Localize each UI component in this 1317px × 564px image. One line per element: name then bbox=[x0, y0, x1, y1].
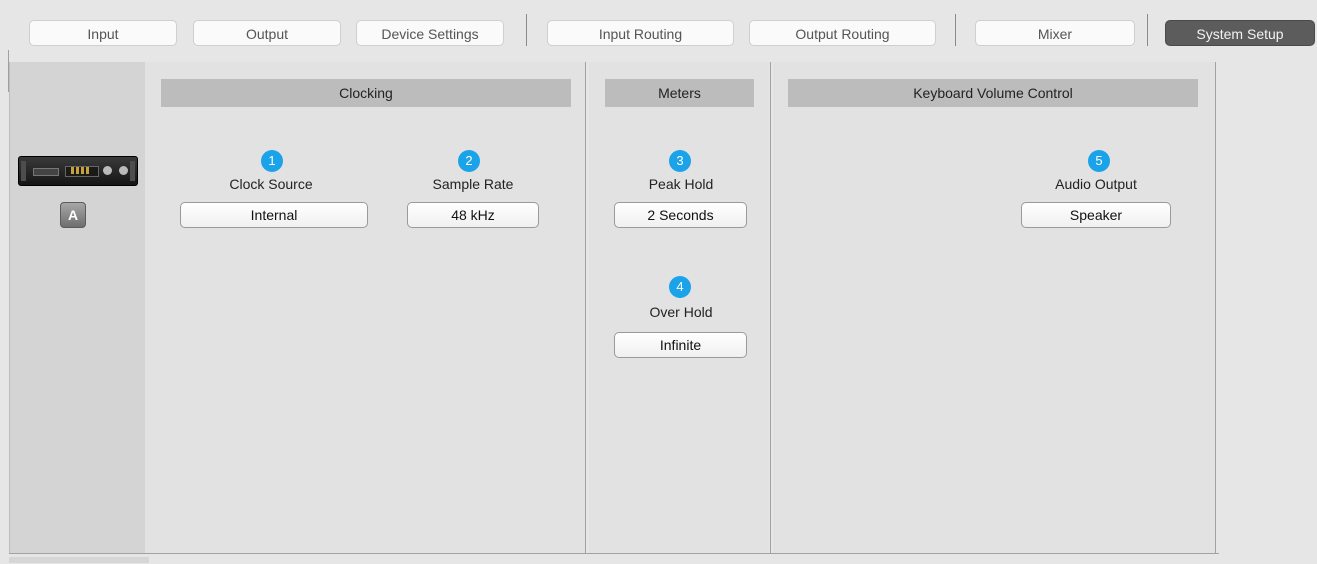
over-hold-select[interactable]: Infinite bbox=[614, 332, 747, 358]
tab-bar: Input Output Device Settings Input Routi… bbox=[0, 0, 1317, 62]
device-knob bbox=[103, 166, 112, 175]
rack-ear bbox=[21, 161, 26, 181]
callout-badge: 5 bbox=[1088, 150, 1110, 172]
scroll-strip bbox=[9, 557, 149, 563]
device-sidebar bbox=[9, 62, 146, 553]
peak-hold-select[interactable]: 2 Seconds bbox=[614, 202, 747, 228]
audio-output-label: Audio Output bbox=[1055, 176, 1137, 192]
peak-hold-label: Peak Hold bbox=[648, 176, 714, 192]
tab-output-routing[interactable]: Output Routing bbox=[749, 20, 936, 46]
tab-output[interactable]: Output bbox=[193, 20, 341, 46]
meter-bar bbox=[86, 167, 89, 174]
meter-bar bbox=[81, 167, 84, 174]
meter-bar bbox=[71, 167, 74, 174]
clock-source-select[interactable]: Internal bbox=[180, 202, 368, 228]
tab-separator bbox=[526, 14, 527, 46]
clocking-header: Clocking bbox=[161, 79, 571, 107]
bottom-border bbox=[9, 553, 1219, 554]
callout-badge: 2 bbox=[458, 150, 480, 172]
device-knob bbox=[119, 166, 128, 175]
sample-rate-select[interactable]: 48 kHz bbox=[407, 202, 539, 228]
panel-divider bbox=[770, 62, 771, 553]
unit-a-button[interactable]: A bbox=[60, 202, 86, 228]
callout-badge: 3 bbox=[669, 150, 691, 172]
tab-separator bbox=[955, 14, 956, 46]
callout-badge: 4 bbox=[669, 276, 691, 298]
keyboard-volume-header: Keyboard Volume Control bbox=[788, 79, 1198, 107]
device-slot bbox=[33, 168, 59, 176]
tab-device-settings[interactable]: Device Settings bbox=[356, 20, 504, 46]
audio-output-select[interactable]: Speaker bbox=[1021, 202, 1171, 228]
clock-source-label: Clock Source bbox=[229, 176, 313, 192]
audio-interface-icon[interactable] bbox=[18, 156, 138, 186]
rack-ear bbox=[130, 161, 135, 181]
callout-badge: 1 bbox=[261, 150, 283, 172]
tab-mixer[interactable]: Mixer bbox=[975, 20, 1135, 46]
panel-divider bbox=[585, 62, 586, 553]
over-hold-label: Over Hold bbox=[649, 304, 713, 320]
tab-input[interactable]: Input bbox=[29, 20, 177, 46]
meters-header: Meters bbox=[605, 79, 754, 107]
sample-rate-label: Sample Rate bbox=[432, 176, 514, 192]
tab-input-routing[interactable]: Input Routing bbox=[547, 20, 734, 46]
panel-divider bbox=[1215, 62, 1216, 553]
meter-bar bbox=[76, 167, 79, 174]
clocking-panel bbox=[145, 62, 585, 553]
keyboard-volume-panel bbox=[773, 62, 1215, 553]
tab-system-setup[interactable]: System Setup bbox=[1165, 20, 1315, 46]
tab-separator bbox=[1147, 14, 1148, 46]
